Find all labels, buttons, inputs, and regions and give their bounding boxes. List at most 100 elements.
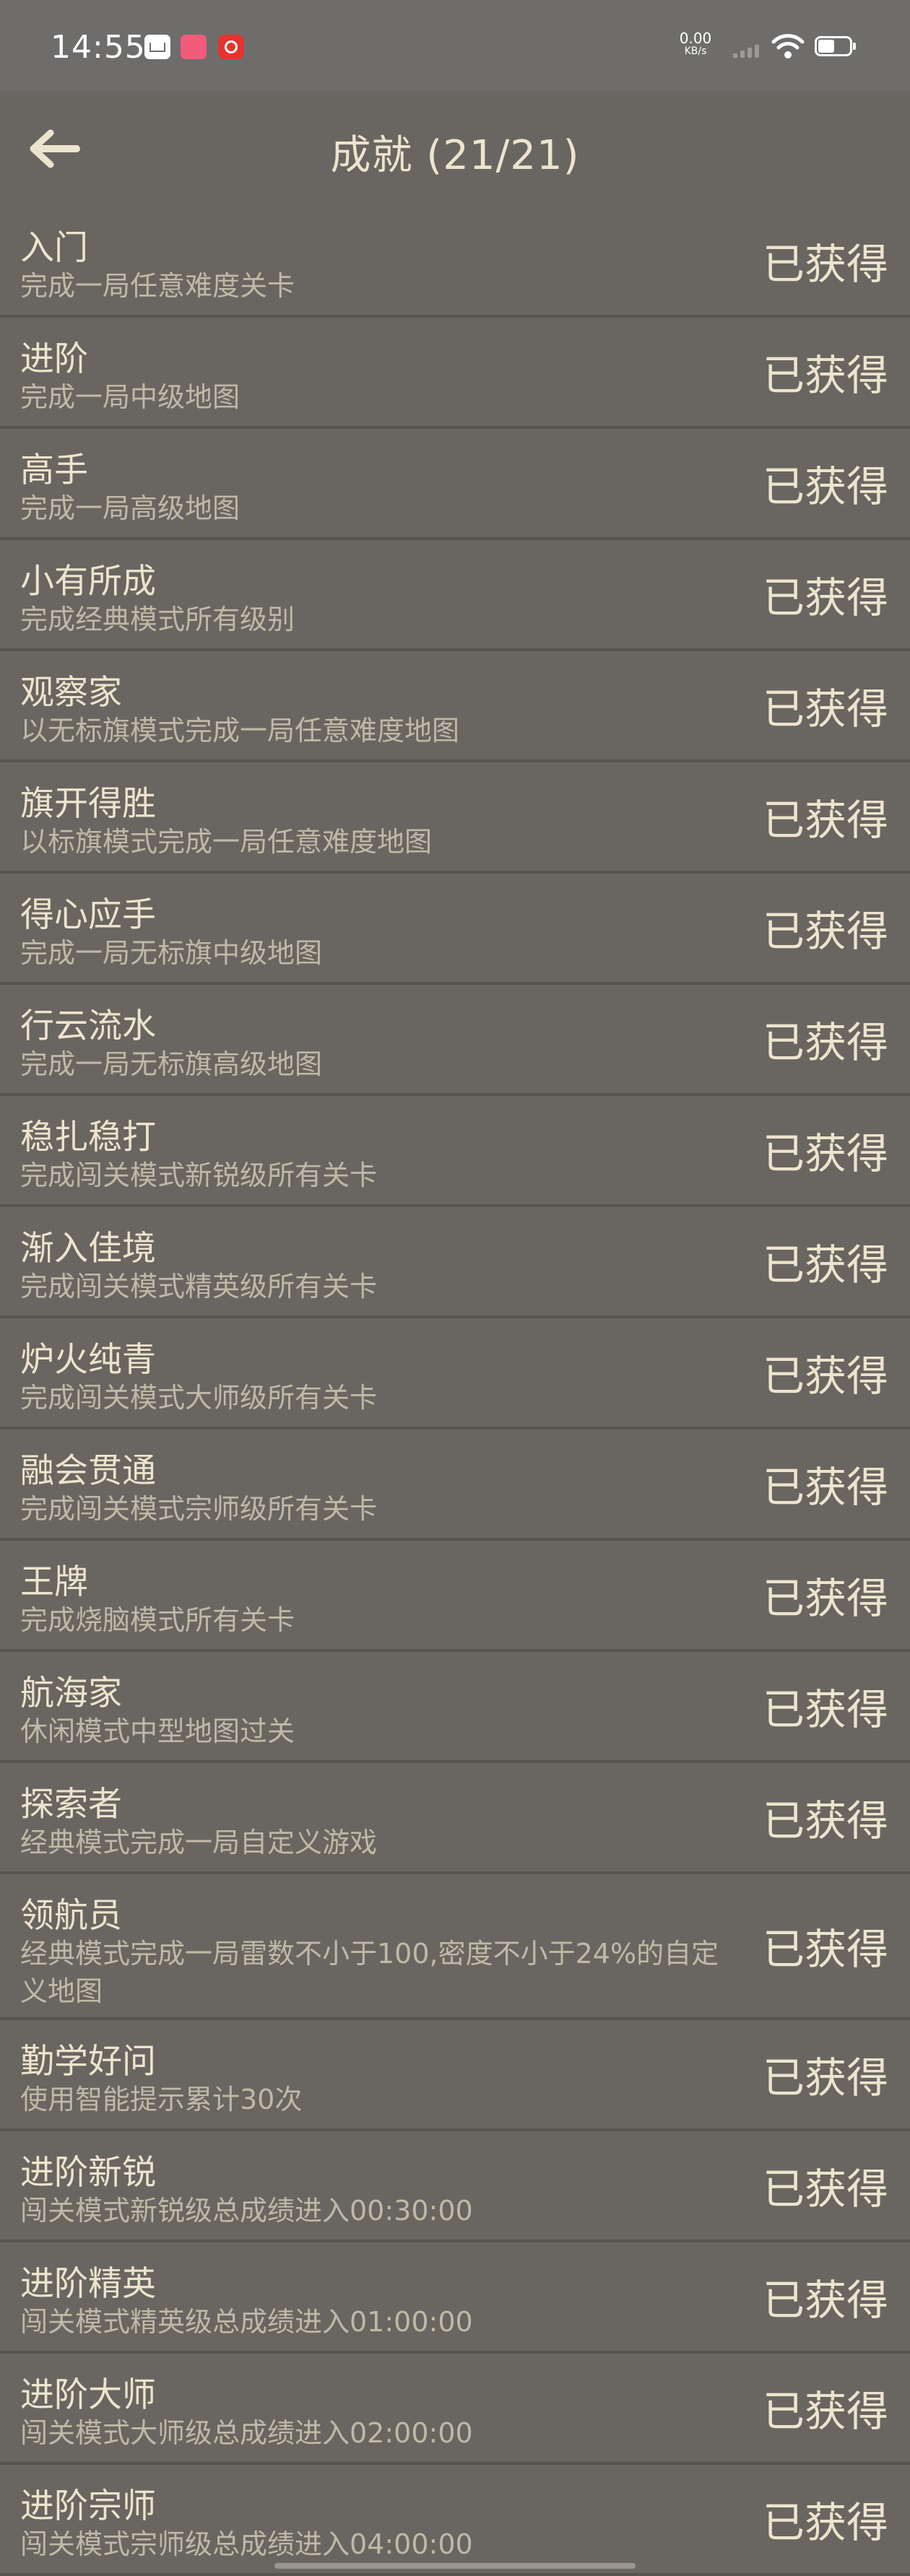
achievement-description: 闯关模式宗师级总成绩进入04:00:00 — [20, 2528, 473, 2560]
achievement-status: 已获得 — [762, 1018, 888, 1067]
achievement-row: 稳扎稳打 完成闯关模式新锐级所有关卡 已获得 — [0, 1096, 910, 1207]
achievement-status: 已获得 — [762, 573, 888, 622]
achievement-name: 进阶 — [20, 339, 88, 379]
achievement-description: 休闲模式中型地图过关 — [20, 1715, 295, 1747]
achievement-name: 勤学好问 — [20, 2042, 156, 2081]
achievement-row: 渐入佳境 完成闯关模式精英级所有关卡 已获得 — [0, 1207, 910, 1318]
achievement-description: 使用智能提示累计30次 — [20, 2084, 303, 2115]
achievement-status: 已获得 — [762, 1796, 888, 1845]
achievement-description: 闯关模式精英级总成绩进入01:00:00 — [20, 2306, 473, 2338]
achievement-status: 已获得 — [762, 1129, 888, 1178]
achievement-row: 入门 完成一局任意难度关卡 已获得 — [0, 206, 910, 318]
achievement-name: 观察家 — [20, 673, 122, 713]
achievement-status: 已获得 — [762, 907, 888, 956]
achievement-status: 已获得 — [762, 2164, 888, 2214]
achievement-row: 得心应手 完成一局无标旗中级地图 已获得 — [0, 874, 910, 985]
achievement-status: 已获得 — [762, 1685, 888, 1734]
achievement-description: 完成一局无标旗中级地图 — [20, 937, 323, 969]
achievement-status: 已获得 — [762, 1925, 888, 1974]
achievement-status: 已获得 — [762, 2276, 888, 2325]
achievement-description: 完成闯关模式精英级所有关卡 — [20, 1271, 378, 1302]
achievement-description: 完成烧脑模式所有关卡 — [20, 1604, 295, 1636]
achievement-status: 已获得 — [762, 1240, 888, 1289]
app-notification-icon — [181, 35, 207, 59]
network-speed: 0.00 KB/s — [670, 30, 721, 58]
achievement-description: 完成一局高级地图 — [20, 492, 240, 524]
achievement-description: 完成一局任意难度关卡 — [20, 270, 295, 302]
achievement-row: 进阶新锐 闯关模式新锐级总成绩进入00:30:00 已获得 — [0, 2131, 910, 2242]
achievement-description: 完成一局中级地图 — [20, 381, 240, 413]
network-speed-value: 0.00 — [679, 30, 712, 47]
achievement-status: 已获得 — [762, 1352, 888, 1401]
achievement-list: 入门 完成一局任意难度关卡 已获得 进阶 完成一局中级地图 已获得 高手 完成一局高级地图 已获… — [0, 206, 910, 2576]
achievement-row: 探索者 经典模式完成一局自定义游戏 已获得 — [0, 1763, 910, 1874]
page-title: 成就 (21/21) — [330, 132, 580, 179]
achievement-name: 王牌 — [20, 1562, 88, 1602]
achievement-description: 完成闯关模式宗师级所有关卡 — [20, 1493, 378, 1525]
achievement-name: 炉火纯青 — [20, 1340, 156, 1380]
achievement-row: 旗开得胜 以标旗模式完成一局任意难度地图 已获得 — [0, 762, 910, 874]
achievement-description: 经典模式完成一局雷数不小于100,密度不小于24%的自定义地图 — [20, 1938, 719, 2007]
achievement-name: 旗开得胜 — [20, 784, 156, 824]
status-time: 14:55 — [51, 29, 146, 66]
network-speed-unit: KB/s — [684, 45, 707, 57]
achievement-description: 经典模式完成一局自定义游戏 — [20, 1827, 378, 1858]
achievement-status: 已获得 — [762, 351, 888, 400]
achievement-status: 已获得 — [762, 1463, 888, 1512]
achievement-row: 炉火纯青 完成闯关模式大师级所有关卡 已获得 — [0, 1318, 910, 1430]
achievement-description: 完成闯关模式大师级所有关卡 — [20, 1382, 378, 1414]
achievement-row: 王牌 完成烧脑模式所有关卡 已获得 — [0, 1541, 910, 1652]
achievement-row: 小有所成 完成经典模式所有级别 已获得 — [0, 540, 910, 651]
achievement-name: 进阶精英 — [20, 2264, 156, 2304]
achievement-row: 行云流水 完成一局无标旗高级地图 已获得 — [0, 985, 910, 1096]
achievement-name: 进阶宗师 — [20, 2486, 156, 2526]
achievement-status: 已获得 — [762, 684, 888, 734]
achievement-name: 探索者 — [20, 1785, 122, 1824]
achievement-name: 进阶新锐 — [20, 2153, 156, 2193]
achievement-row: 高手 完成一局高级地图 已获得 — [0, 429, 910, 540]
achievement-status: 已获得 — [762, 462, 888, 511]
achievement-description: 以无标旗模式完成一局任意难度地图 — [20, 715, 460, 747]
achievement-row: 进阶宗师 闯关模式宗师级总成绩进入04:00:00 已获得 — [0, 2465, 910, 2576]
achievement-description: 闯关模式大师级总成绩进入02:00:00 — [20, 2417, 473, 2449]
achievement-row: 观察家 以无标旗模式完成一局任意难度地图 已获得 — [0, 651, 910, 762]
achievement-row: 领航员 经典模式完成一局雷数不小于100,密度不小于24%的自定义地图 已获得 — [0, 1874, 910, 2020]
achievement-status: 已获得 — [762, 796, 888, 845]
achievement-row: 航海家 休闲模式中型地图过关 已获得 — [0, 1652, 910, 1763]
achievement-status: 已获得 — [762, 1574, 888, 1623]
achievement-name: 小有所成 — [20, 562, 156, 601]
achievement-status: 已获得 — [762, 2387, 888, 2436]
wifi-icon — [771, 34, 805, 58]
battery-fill — [818, 40, 834, 53]
achievement-description: 完成经典模式所有级别 — [20, 604, 295, 635]
achievement-name: 航海家 — [20, 1674, 122, 1713]
achievement-description: 以标旗模式完成一局任意难度地图 — [20, 826, 433, 858]
netease-music-icon — [218, 35, 244, 59]
home-indicator — [274, 2563, 636, 2569]
achievement-status: 已获得 — [762, 2498, 888, 2547]
achievement-row: 进阶大师 闯关模式大师级总成绩进入02:00:00 已获得 — [0, 2354, 910, 2465]
achievement-name: 高手 — [20, 451, 88, 490]
achievement-row: 融会贯通 完成闯关模式宗师级所有关卡 已获得 — [0, 1430, 910, 1541]
achievement-status: 已获得 — [762, 2053, 888, 2102]
mail-icon — [144, 35, 170, 59]
achievement-description: 完成一局无标旗高级地图 — [20, 1048, 323, 1080]
achievement-name: 领航员 — [20, 1896, 122, 1936]
achievement-row: 勤学好问 使用智能提示累计30次 已获得 — [0, 2020, 910, 2131]
signal-icon — [733, 40, 762, 58]
header: 成就 (21/21) — [0, 91, 910, 206]
achievement-description: 闯关模式新锐级总成绩进入00:30:00 — [20, 2195, 473, 2227]
achievement-name: 融会贯通 — [20, 1451, 156, 1491]
achievement-status: 已获得 — [762, 240, 888, 289]
achievement-name: 渐入佳境 — [20, 1229, 156, 1269]
achievement-name: 进阶大师 — [20, 2375, 156, 2415]
achievement-name: 稳扎稳打 — [20, 1118, 156, 1157]
achievement-name: 入门 — [20, 228, 88, 268]
achievement-name: 行云流水 — [20, 1006, 156, 1046]
achievement-description: 完成闯关模式新锐级所有关卡 — [20, 1159, 378, 1191]
achievement-row: 进阶 完成一局中级地图 已获得 — [0, 318, 910, 429]
achievement-name: 得心应手 — [20, 895, 156, 935]
achievement-row: 进阶精英 闯关模式精英级总成绩进入01:00:00 已获得 — [0, 2242, 910, 2354]
battery-icon — [815, 36, 856, 56]
status-bar: 14:55 0.00 KB/s — [0, 0, 910, 91]
